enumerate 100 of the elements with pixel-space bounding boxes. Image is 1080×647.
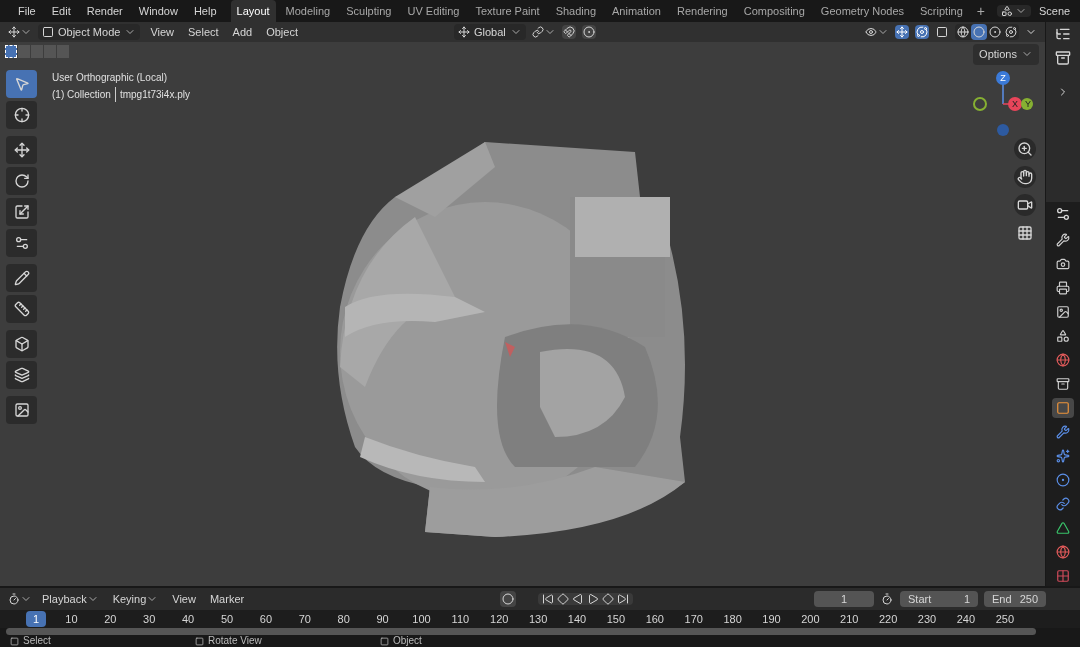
menu-item[interactable]: Marker xyxy=(205,590,249,608)
play-icon[interactable] xyxy=(587,593,600,605)
tool-button[interactable] xyxy=(6,264,37,292)
workspace-tab[interactable]: Compositing xyxy=(737,0,811,23)
pan-button[interactable] xyxy=(1014,166,1036,188)
axis-gizmo[interactable]: Z X Y xyxy=(970,70,1034,140)
viewport[interactable]: User Orthographic (Local) (1) Collection tmpg1t73i4x.ply Options Z X Y xyxy=(0,42,1045,586)
axis-icon xyxy=(896,26,908,38)
orientation-dropdown[interactable]: Global xyxy=(454,23,526,41)
playhead[interactable]: 1 xyxy=(26,610,46,628)
menu-item[interactable]: Render xyxy=(80,2,129,20)
snap-button[interactable] xyxy=(561,25,576,39)
grid-icon xyxy=(1017,225,1033,241)
xray-button[interactable] xyxy=(935,25,949,39)
pivot-button[interactable] xyxy=(531,26,556,38)
tool-button[interactable] xyxy=(6,101,37,129)
properties-tab[interactable] xyxy=(1052,398,1074,418)
frame-number: 60 xyxy=(258,611,273,627)
frame-number: 100 xyxy=(411,611,432,627)
visibility-button[interactable] xyxy=(865,26,889,38)
jump-start-icon[interactable] xyxy=(542,593,555,605)
outliner-icon[interactable] xyxy=(1055,26,1071,42)
frame-number: 110 xyxy=(450,611,471,627)
mode-dropdown[interactable]: Object Mode xyxy=(38,23,141,41)
cube-icon xyxy=(13,336,30,352)
shading-button[interactable] xyxy=(987,24,1003,40)
editor-type-button[interactable] xyxy=(8,26,32,38)
current-frame-field[interactable]: 1 xyxy=(814,590,874,608)
end-frame-field[interactable]: End 250 xyxy=(984,590,1046,608)
frame-number: 220 xyxy=(877,611,899,627)
workspace-tab[interactable]: Shading xyxy=(549,0,603,23)
proportional-button[interactable] xyxy=(581,25,596,39)
archive-icon[interactable] xyxy=(1055,50,1071,66)
printer-icon xyxy=(1056,281,1070,295)
menu-item[interactable]: Select xyxy=(184,23,223,41)
keyframe-icon[interactable] xyxy=(602,593,615,605)
menu-item[interactable]: Help xyxy=(187,2,223,20)
workspace-tab[interactable]: Texture Paint xyxy=(469,0,546,23)
tool-button[interactable] xyxy=(6,167,37,195)
scene-field[interactable]: Scene xyxy=(1035,2,1080,20)
add-workspace-button[interactable]: + xyxy=(972,0,989,22)
frame-number: 160 xyxy=(644,611,665,627)
menu-item[interactable]: Add xyxy=(228,23,257,41)
view-name: User Orthographic (Local) xyxy=(52,71,169,85)
workspace-tab[interactable]: UV Editing xyxy=(401,0,466,23)
start-frame-field[interactable]: Start 1 xyxy=(900,590,978,608)
jump-end-icon[interactable] xyxy=(617,593,630,605)
move-icon xyxy=(13,142,30,158)
record-icon xyxy=(502,593,515,605)
workspace-tab[interactable]: Scripting xyxy=(914,0,969,23)
keyframe-icon[interactable] xyxy=(557,593,570,605)
shading-button[interactable] xyxy=(955,24,971,40)
menu-item[interactable]: View xyxy=(168,590,200,608)
scene-icon xyxy=(1001,5,1013,17)
scrollbar[interactable] xyxy=(6,628,1036,635)
frame-ruler[interactable]: 1 10 20 30 40 50 60 70 80 90 100 110 120 130 140 150 160 170 180 190 200 210 220 230 240 250 xyxy=(0,610,1080,628)
frame-number: 190 xyxy=(761,611,782,627)
shading-button[interactable] xyxy=(1003,24,1019,40)
wrench-icon xyxy=(1056,233,1070,247)
select-mode-button[interactable] xyxy=(5,45,17,58)
workspace-tab[interactable]: Geometry Nodes xyxy=(814,0,910,23)
gizmo-button[interactable] xyxy=(895,25,909,39)
workspace-tab[interactable]: Rendering xyxy=(670,0,734,23)
play-reverse-icon[interactable] xyxy=(572,593,585,605)
menu-item[interactable]: Keying xyxy=(108,590,163,608)
pencil-icon xyxy=(13,270,30,286)
menu-item[interactable]: View xyxy=(146,23,179,41)
overlay-button[interactable] xyxy=(915,25,929,39)
frame-number: 10 xyxy=(64,611,79,627)
frame-number: 40 xyxy=(181,611,196,627)
menu-item[interactable]: File xyxy=(12,2,42,20)
workspace-tab[interactable]: Sculpting xyxy=(340,0,398,23)
tool-button[interactable] xyxy=(6,361,37,389)
menu-item[interactable]: Edit xyxy=(45,2,77,20)
auto-key-button[interactable] xyxy=(500,591,517,607)
workspace-tab[interactable]: Layout xyxy=(230,0,276,23)
frame-number: 200 xyxy=(800,611,821,627)
tool-button[interactable] xyxy=(6,295,37,323)
menu-item[interactable]: Object xyxy=(262,23,302,41)
tool-button[interactable] xyxy=(6,330,37,358)
stopwatch-icon xyxy=(881,593,893,605)
editor-type-button[interactable] xyxy=(8,593,32,605)
camera-button[interactable] xyxy=(1014,194,1036,216)
shading-button[interactable] xyxy=(971,24,987,40)
tool-button[interactable] xyxy=(6,136,37,164)
preview-range-button[interactable] xyxy=(880,592,894,606)
options-dropdown[interactable]: Options xyxy=(973,44,1039,65)
tool-button[interactable] xyxy=(6,396,37,424)
square-icon xyxy=(936,26,948,38)
tool-button[interactable] xyxy=(6,198,37,226)
zoom-icon xyxy=(1017,141,1033,157)
tool-button[interactable] xyxy=(6,229,37,257)
link-icon xyxy=(1056,497,1070,511)
archive-icon xyxy=(1056,377,1070,391)
zoom-button[interactable] xyxy=(1014,138,1036,160)
workspace-tab[interactable]: Animation xyxy=(606,0,667,23)
scene-selector[interactable] xyxy=(997,5,1031,17)
menu-item[interactable]: Playback xyxy=(38,590,103,608)
menu-item[interactable]: Window xyxy=(132,2,184,20)
workspace-tab[interactable]: Modeling xyxy=(279,0,337,23)
